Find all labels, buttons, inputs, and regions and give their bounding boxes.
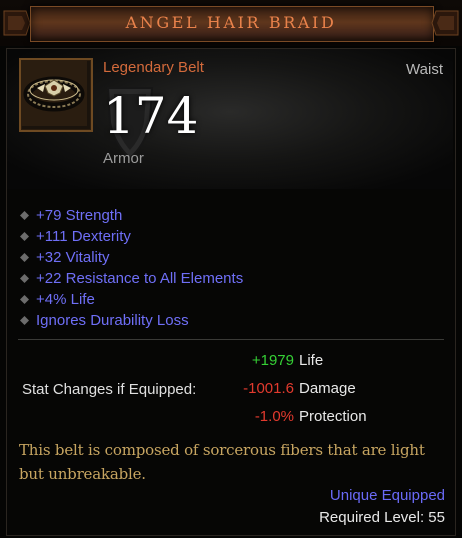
flavor-text: This belt is composed of sorcerous fiber… bbox=[19, 441, 425, 483]
stat-change-row: -1.0% Protection bbox=[160, 408, 440, 430]
affix-text: +32 Vitality bbox=[36, 249, 110, 266]
diamond-bullet-icon bbox=[20, 274, 29, 283]
armor-label: Armor bbox=[103, 150, 144, 167]
belt-icon bbox=[21, 60, 87, 126]
stat-change-name: Damage bbox=[299, 380, 356, 397]
item-tooltip: ANGEL HAIR BRAID Legendary Belt Waist 17… bbox=[0, 0, 462, 538]
affix-text: +111 Dexterity bbox=[36, 228, 131, 245]
stat-change-value: +1979 bbox=[251, 352, 294, 369]
affix-text: +79 Strength bbox=[36, 207, 123, 224]
stat-change-value: -1.0% bbox=[254, 408, 294, 425]
tooltip-header: ANGEL HAIR BRAID bbox=[0, 0, 462, 46]
unique-equipped-note: Unique Equipped bbox=[329, 487, 445, 504]
stat-change-row: +1979 Life bbox=[160, 352, 440, 374]
affix-text: +4% Life bbox=[36, 291, 95, 308]
diamond-bullet-icon bbox=[20, 253, 29, 262]
item-name: ANGEL HAIR BRAID bbox=[125, 13, 337, 32]
stat-change-row: -1001.6 Damage bbox=[160, 380, 440, 402]
section-divider bbox=[18, 339, 444, 340]
header-ornament-left-icon bbox=[3, 10, 31, 36]
diamond-bullet-icon bbox=[20, 316, 29, 325]
item-slot: Waist bbox=[406, 61, 443, 78]
diamond-bullet-icon bbox=[20, 295, 29, 304]
affix-text: Ignores Durability Loss bbox=[36, 312, 189, 329]
diamond-bullet-icon bbox=[20, 211, 29, 220]
item-type: Legendary Belt bbox=[103, 59, 204, 76]
diamond-bullet-icon bbox=[20, 232, 29, 241]
stat-change-name: Protection bbox=[299, 408, 367, 425]
required-level: Required Level: 55 bbox=[319, 509, 445, 526]
affix-text: +22 Resistance to All Elements bbox=[36, 270, 244, 287]
item-icon-frame bbox=[19, 58, 93, 132]
armor-value: 174 bbox=[103, 87, 199, 145]
stat-change-value: -1001.6 bbox=[243, 380, 294, 397]
stat-change-name: Life bbox=[299, 352, 324, 369]
header-ornament-right-icon bbox=[431, 10, 459, 36]
